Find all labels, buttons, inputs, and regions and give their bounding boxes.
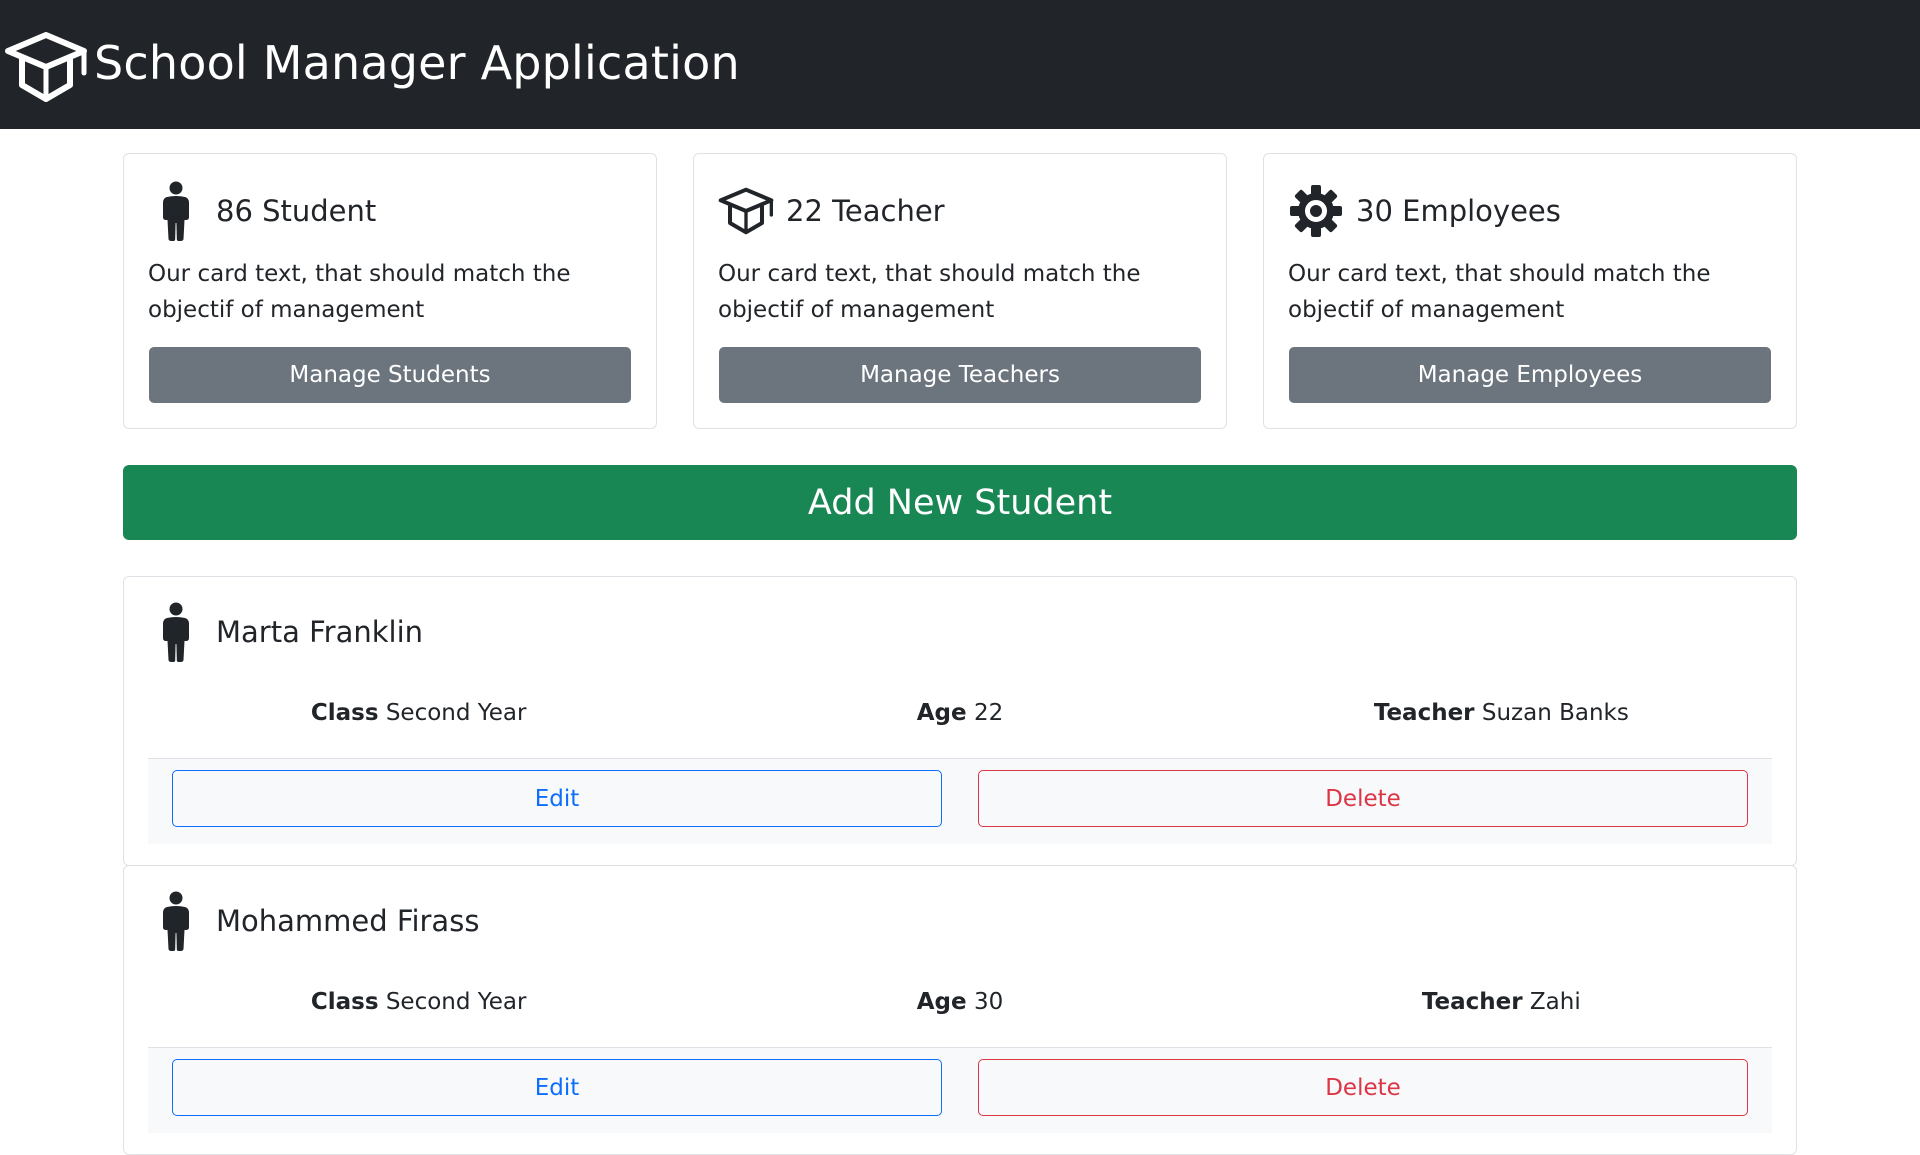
top-navbar: School Manager Application <box>0 0 1920 129</box>
delete-button[interactable]: Delete <box>978 1059 1748 1116</box>
age-label: Age <box>916 989 967 1015</box>
teacher-label: Teacher <box>1373 700 1475 726</box>
stat-card-header: 86 Student <box>148 180 632 242</box>
stat-title: 30 Employees <box>1356 194 1561 228</box>
stat-description: Our card text, that should match the obj… <box>1288 261 1711 323</box>
manage-teachers-button[interactable]: Manage Teachers <box>719 347 1201 403</box>
student-info-row: Class Second Year Age 22 Teacher Suzan B… <box>148 695 1772 731</box>
student-class: Class Second Year <box>148 984 689 1020</box>
student-name: Marta Franklin <box>216 615 424 649</box>
person-icon <box>148 180 204 242</box>
student-class: Class Second Year <box>148 695 689 731</box>
stat-card-header: 30 Employees <box>1288 180 1772 242</box>
student-age: Age 22 <box>689 695 1230 731</box>
age-label: Age <box>916 700 967 726</box>
add-new-student-button[interactable]: Add New Student <box>123 465 1797 540</box>
teacher-value: Zahi <box>1529 989 1581 1015</box>
teachers-stat-card: 22 Teacher Our card text, that should ma… <box>693 153 1227 429</box>
stat-title: 22 Teacher <box>786 194 945 228</box>
student-card-footer: Edit Delete <box>148 1047 1772 1133</box>
student-card-header: Marta Franklin <box>148 601 423 663</box>
manage-employees-button[interactable]: Manage Employees <box>1289 347 1771 403</box>
employees-stat-card: 30 Employees Our card text, that should … <box>1263 153 1797 429</box>
stat-description: Our card text, that should match the obj… <box>148 261 571 323</box>
student-card-footer: Edit Delete <box>148 758 1772 844</box>
main-content: 86 Student Our card text, that should ma… <box>123 153 1797 1155</box>
class-value: Second Year <box>385 700 527 726</box>
person-icon <box>148 601 204 663</box>
gear-icon <box>1288 180 1344 242</box>
student-teacher: Teacher Zahi <box>1231 984 1772 1020</box>
graduation-cap-icon[interactable] <box>4 29 88 105</box>
students-stat-card: 86 Student Our card text, that should ma… <box>123 153 657 429</box>
app-title[interactable]: School Manager Application <box>94 36 740 90</box>
graduation-cap-icon <box>718 180 774 242</box>
age-value: 22 <box>973 700 1004 726</box>
age-value: 30 <box>973 989 1004 1015</box>
student-age: Age 30 <box>689 984 1230 1020</box>
stat-title: 86 Student <box>216 194 377 228</box>
edit-button[interactable]: Edit <box>172 770 942 827</box>
stat-description: Our card text, that should match the obj… <box>718 261 1141 323</box>
class-label: Class <box>310 989 379 1015</box>
stats-row: 86 Student Our card text, that should ma… <box>123 153 1797 429</box>
teacher-label: Teacher <box>1421 989 1523 1015</box>
student-name: Mohammed Firass <box>216 904 480 938</box>
student-info-row: Class Second Year Age 30 Teacher Zahi <box>148 984 1772 1020</box>
person-icon <box>148 890 204 952</box>
teacher-value: Suzan Banks <box>1481 700 1629 726</box>
manage-students-button[interactable]: Manage Students <box>149 347 631 403</box>
delete-button[interactable]: Delete <box>978 770 1748 827</box>
stat-card-header: 22 Teacher <box>718 180 1202 242</box>
student-teacher: Teacher Suzan Banks <box>1231 695 1772 731</box>
edit-button[interactable]: Edit <box>172 1059 942 1116</box>
student-card: Marta Franklin Class Second Year Age 22 … <box>123 576 1797 866</box>
class-label: Class <box>310 700 379 726</box>
student-card-header: Mohammed Firass <box>148 890 479 952</box>
class-value: Second Year <box>385 989 527 1015</box>
student-card: Mohammed Firass Class Second Year Age 30… <box>123 865 1797 1155</box>
